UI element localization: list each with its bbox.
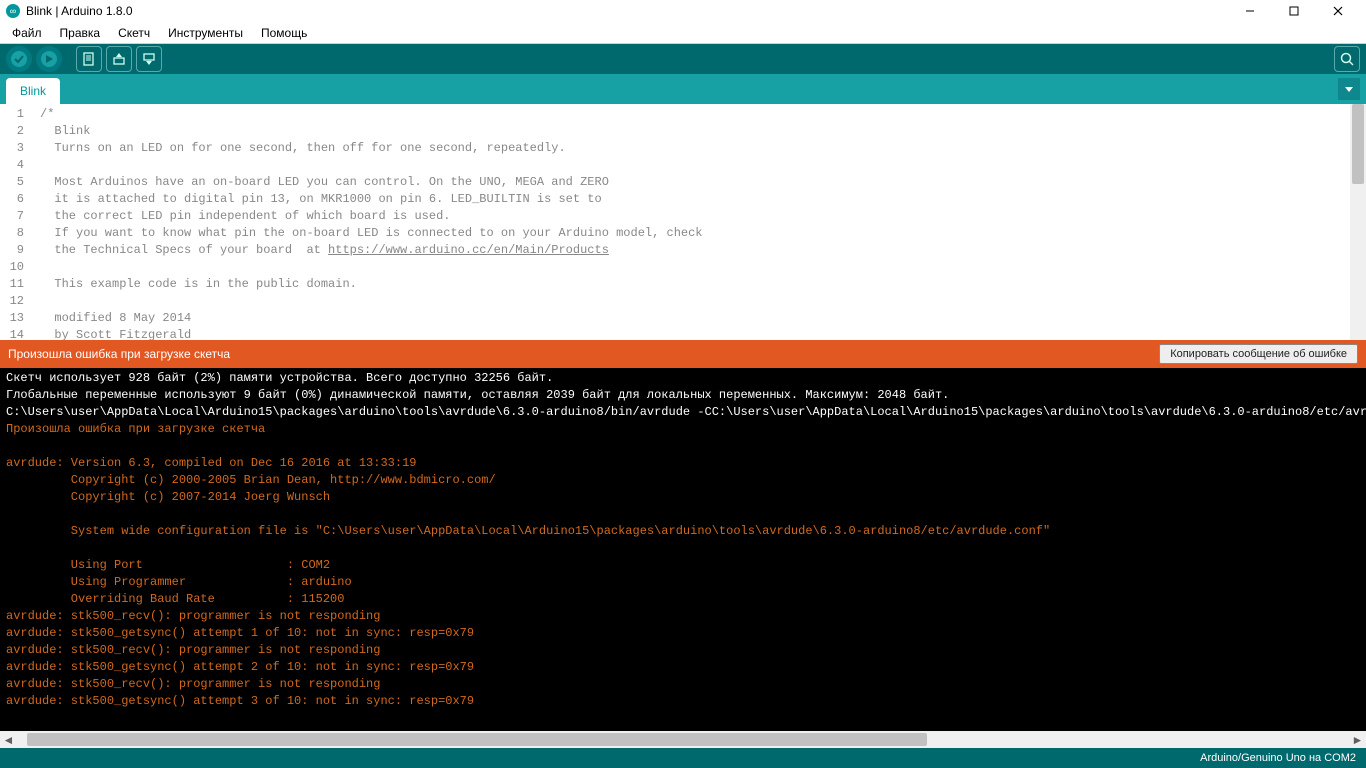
tab-menu-button[interactable] (1338, 78, 1360, 100)
copy-error-button[interactable]: Копировать сообщение об ошибке (1159, 344, 1358, 364)
menu-tools[interactable]: Инструменты (160, 24, 251, 42)
verify-button[interactable] (6, 46, 32, 72)
menu-sketch[interactable]: Скетч (110, 24, 158, 42)
menubar: Файл Правка Скетч Инструменты Помощь (0, 22, 1366, 44)
tab-sketch[interactable]: Blink (6, 78, 60, 104)
serial-monitor-button[interactable] (1334, 46, 1360, 72)
line-gutter: 1234567891011121314 (0, 104, 30, 340)
tabstrip: Blink (0, 74, 1366, 104)
error-banner: Произошла ошибка при загрузке скетча Коп… (0, 340, 1366, 368)
maximize-button[interactable] (1272, 0, 1316, 22)
scroll-right-icon[interactable]: ► (1349, 731, 1366, 748)
toolbar (0, 44, 1366, 74)
open-button[interactable] (106, 46, 132, 72)
board-port-label: Arduino/Genuino Uno на COM2 (1200, 752, 1356, 764)
arduino-icon: ∞ (6, 4, 20, 18)
close-button[interactable] (1316, 0, 1360, 22)
new-button[interactable] (76, 46, 102, 72)
error-message: Произошла ошибка при загрузке скетча (8, 347, 230, 361)
code-editor[interactable]: 1234567891011121314 /* Blink Turns on an… (0, 104, 1366, 340)
upload-button[interactable] (36, 46, 62, 72)
menu-help[interactable]: Помощь (253, 24, 315, 42)
menu-file[interactable]: Файл (4, 24, 50, 42)
statusbar: Arduino/Genuino Uno на COM2 (0, 748, 1366, 768)
code-area[interactable]: /* Blink Turns on an LED on for one seco… (30, 104, 1366, 340)
output-console[interactable]: Скетч использует 928 байт (2%) памяти ус… (0, 368, 1366, 731)
editor-vertical-scrollbar[interactable] (1350, 104, 1366, 340)
horizontal-scrollbar[interactable]: ◄ ► (0, 731, 1366, 748)
titlebar: ∞ Blink | Arduino 1.8.0 (0, 0, 1366, 22)
scroll-left-icon[interactable]: ◄ (0, 731, 17, 748)
menu-edit[interactable]: Правка (52, 24, 109, 42)
save-button[interactable] (136, 46, 162, 72)
minimize-button[interactable] (1228, 0, 1272, 22)
window-title: Blink | Arduino 1.8.0 (26, 4, 133, 18)
